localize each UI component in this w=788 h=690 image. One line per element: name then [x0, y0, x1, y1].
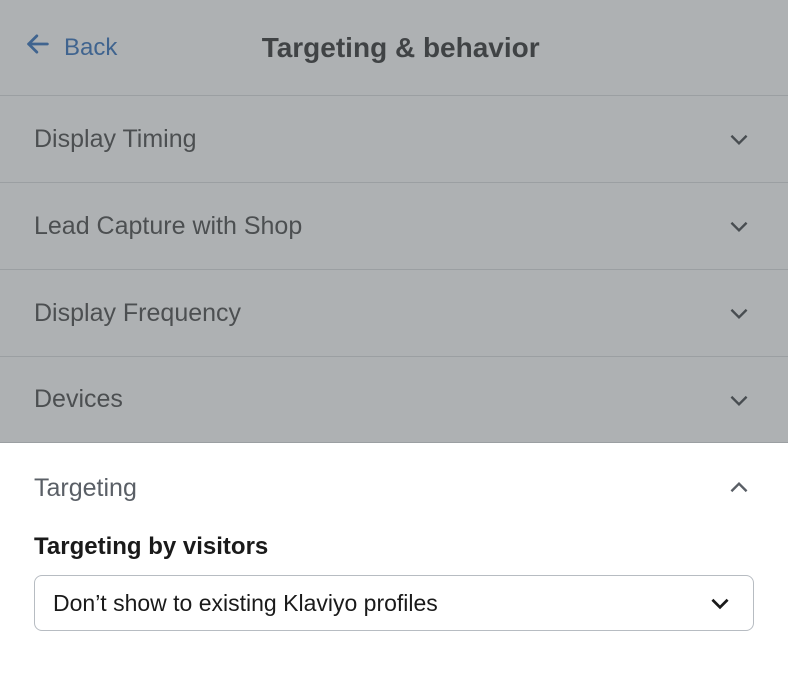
page-title: Targeting & behavior	[117, 32, 684, 64]
section-label: Lead Capture with Shop	[34, 212, 302, 241]
section-label: Display Frequency	[34, 299, 241, 328]
section-label: Devices	[34, 385, 123, 414]
section-targeting-header[interactable]: Targeting	[0, 443, 788, 527]
back-button[interactable]: Back	[24, 30, 117, 65]
back-label: Back	[64, 34, 117, 62]
chevron-up-icon	[724, 473, 754, 503]
arrow-left-icon	[24, 30, 52, 65]
section-targeting: Targeting Targeting by visitors Don’t sh…	[0, 443, 788, 661]
chevron-down-icon	[724, 211, 754, 241]
chevron-down-icon	[724, 298, 754, 328]
section-list: Display Timing Lead Capture with Shop Di…	[0, 95, 788, 443]
section-lead-capture[interactable]: Lead Capture with Shop	[0, 182, 788, 269]
section-devices[interactable]: Devices	[0, 356, 788, 443]
section-display-timing[interactable]: Display Timing	[0, 95, 788, 182]
chevron-down-icon	[705, 588, 735, 618]
targeting-by-visitors-group: Targeting by visitors Don’t show to exis…	[0, 527, 788, 661]
page-header: Back Targeting & behavior	[0, 0, 788, 95]
section-display-frequency[interactable]: Display Frequency	[0, 269, 788, 356]
targeting-by-visitors-select[interactable]: Don’t show to existing Klaviyo profiles	[34, 575, 754, 631]
select-value: Don’t show to existing Klaviyo profiles	[53, 590, 438, 617]
section-label: Targeting	[34, 474, 137, 503]
targeting-by-visitors-label: Targeting by visitors	[34, 533, 754, 561]
chevron-down-icon	[724, 124, 754, 154]
chevron-down-icon	[724, 385, 754, 415]
section-label: Display Timing	[34, 125, 197, 154]
